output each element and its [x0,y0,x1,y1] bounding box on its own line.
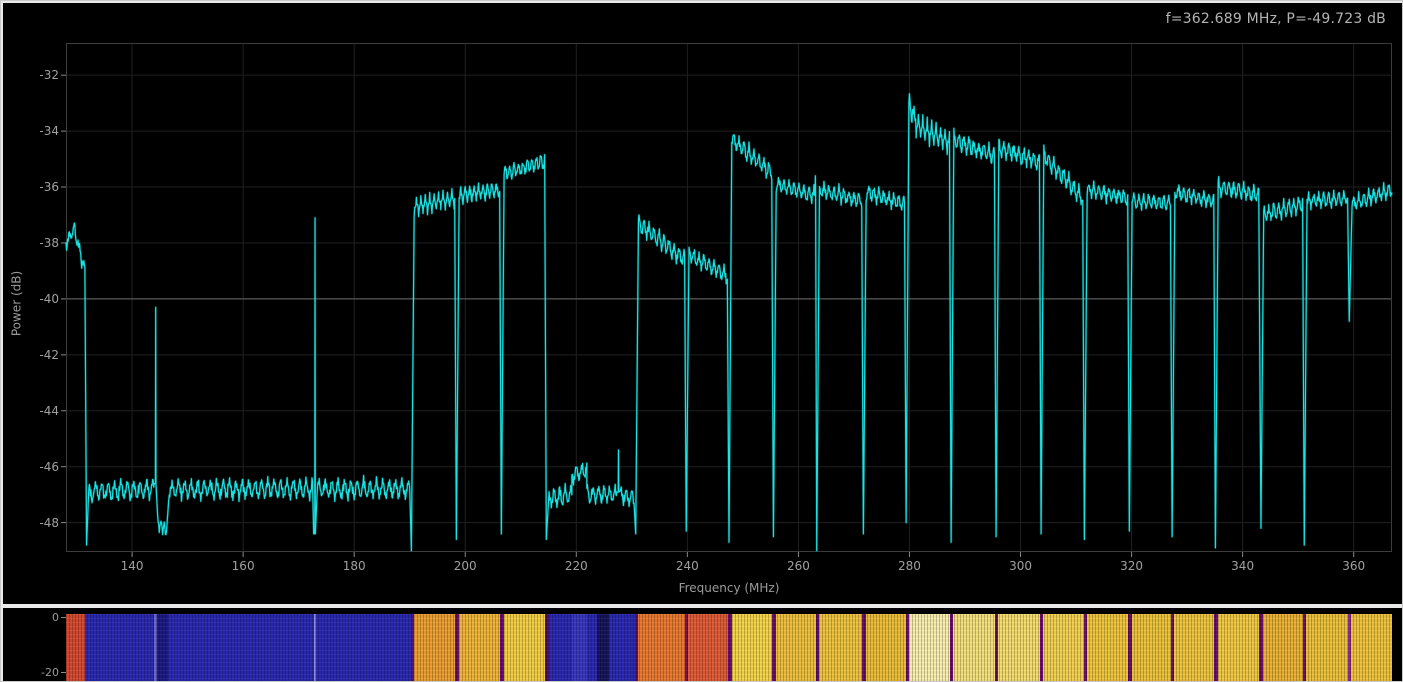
y-tick-label: -32 [21,68,59,82]
cursor-readout: f=362.689 MHz, P=-49.723 dB [1166,11,1386,27]
waterfall-band [411,614,414,682]
waterfall-band [597,614,609,682]
waterfall-band [862,614,865,682]
waterfall-band [776,614,816,682]
waterfall-tick-label: -20 [27,666,59,679]
y-tick-label: -44 [21,404,59,418]
waterfall-band [66,614,85,682]
waterfall-band [816,614,819,682]
x-tick-label: 180 [343,559,366,573]
waterfall-band [549,614,572,682]
waterfall-band [950,614,953,682]
waterfall-band [1218,614,1260,682]
y-tick-label: -34 [21,124,59,138]
y-tick-label: -38 [21,236,59,250]
waterfall-band [953,614,995,682]
waterfall-band [1259,614,1262,682]
waterfall-band [685,614,688,682]
x-tick-label: 140 [121,559,144,573]
spectrum-plot[interactable] [66,43,1392,552]
waterfall-band [866,614,906,682]
waterfall-band [1171,614,1174,682]
waterfall-band [459,614,500,682]
x-tick-label: 160 [232,559,255,573]
waterfall-band [1306,614,1348,682]
waterfall-band [906,614,909,682]
spectrum-trace [66,94,1392,551]
x-tick-label: 220 [565,559,588,573]
waterfall-band [504,614,546,682]
x-tick-label: 200 [454,559,477,573]
waterfall-band [500,614,504,682]
y-tick-label: -48 [21,516,59,530]
waterfall-panel: 0 -20 [3,608,1402,682]
waterfall-band [819,614,862,682]
waterfall-band [1174,614,1214,682]
waterfall-band [316,614,411,682]
waterfall-band [1043,614,1084,682]
y-tick-label: -42 [21,348,59,362]
waterfall-strip[interactable] [66,614,1392,682]
waterfall-band [545,614,549,682]
spectrum-panel: f=362.689 MHz, P=-49.723 dB Power (dB) F… [3,3,1402,604]
y-tick-label: -46 [21,460,59,474]
waterfall-band [909,614,950,682]
waterfall-band [455,614,459,682]
waterfall-band [1348,614,1351,682]
waterfall-band [728,614,731,682]
x-tick-label: 340 [1231,559,1254,573]
waterfall-band [1128,614,1131,682]
waterfall-tick-label: 0 [27,611,59,624]
waterfall-band [688,614,728,682]
waterfall-tick-mark [61,617,66,618]
waterfall-band [168,614,314,682]
waterfall-band [609,614,635,682]
waterfall-band [772,614,775,682]
sdr-spectrum-window: f=362.689 MHz, P=-49.723 dB Power (dB) F… [0,0,1403,682]
waterfall-band [638,614,685,682]
waterfall-band [587,614,597,682]
x-tick-label: 320 [1120,559,1143,573]
waterfall-band [1351,614,1392,682]
waterfall-band [1263,614,1304,682]
waterfall-band [1087,614,1128,682]
waterfall-band [1303,614,1306,682]
waterfall-band [732,614,773,682]
x-axis-label: Frequency (MHz) [66,581,1392,595]
x-tick-label: 300 [1009,559,1032,573]
waterfall-band [1040,614,1043,682]
x-tick-label: 240 [676,559,699,573]
waterfall-band [635,614,638,682]
waterfall-band [1084,614,1087,682]
waterfall-band [154,614,157,682]
waterfall-band [998,614,1040,682]
x-tick-label: 260 [787,559,810,573]
waterfall-tick-mark [61,672,66,673]
y-tick-label: -36 [21,180,59,194]
y-tick-label: -40 [21,292,59,306]
waterfall-band [314,614,317,682]
waterfall-band [85,614,154,682]
waterfall-band [1132,614,1171,682]
waterfall-band [572,614,588,682]
x-tick-label: 360 [1342,559,1365,573]
waterfall-band [1214,614,1217,682]
waterfall-band [414,614,455,682]
x-tick-label: 280 [898,559,921,573]
waterfall-band [995,614,998,682]
waterfall-band [157,614,168,682]
